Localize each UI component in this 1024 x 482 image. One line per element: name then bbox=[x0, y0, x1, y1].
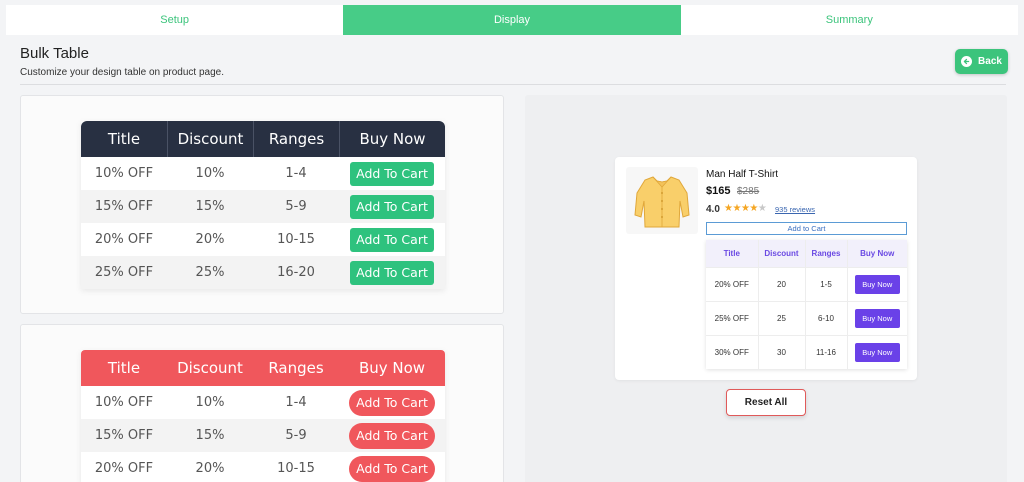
cell-discount: 30 bbox=[757, 334, 805, 369]
cell-title: 30% OFF bbox=[706, 334, 758, 369]
header-title: Title bbox=[81, 121, 167, 157]
header-ranges: Ranges bbox=[253, 121, 339, 157]
cell-title: 10% OFF bbox=[81, 386, 167, 419]
header-buy-now: Buy Now bbox=[339, 121, 445, 157]
cell-range: 10-15 bbox=[253, 223, 339, 256]
tab-setup[interactable]: Setup bbox=[6, 5, 343, 35]
add-to-cart-button[interactable]: Add To Cart bbox=[349, 389, 435, 416]
cell-range: 1-4 bbox=[253, 157, 339, 190]
preview-bulk-table: Title Discount Ranges Buy Now 20% OFF 20… bbox=[706, 240, 907, 369]
star-icon: ★ bbox=[732, 203, 741, 214]
buy-now-button[interactable]: Buy Now bbox=[854, 308, 900, 328]
table-row: 15% OFF 15% 5-9 Add To Cart bbox=[81, 190, 445, 223]
cell-title: 25% OFF bbox=[81, 256, 167, 289]
stepper-tabs: Setup Display Summary bbox=[6, 5, 1018, 35]
cell-discount: 10% bbox=[167, 386, 253, 419]
divider bbox=[20, 84, 1006, 85]
cell-title: 20% OFF bbox=[706, 266, 758, 301]
cell-discount: 20 bbox=[757, 266, 805, 301]
table-row: 30% OFF 30 11-16 Buy Now bbox=[706, 334, 907, 369]
header-ranges: Ranges bbox=[804, 240, 847, 267]
cell-range: 5-9 bbox=[253, 190, 339, 223]
cell-range: 16-20 bbox=[253, 256, 339, 289]
cell-title: 15% OFF bbox=[81, 190, 167, 223]
add-to-cart-button[interactable]: Add To Cart bbox=[350, 161, 434, 186]
design-option-red[interactable]: Title Discount Ranges Buy Now 10% OFF 10… bbox=[20, 324, 504, 482]
cell-range: 10-15 bbox=[253, 452, 339, 482]
table-row: 20% OFF 20 1-5 Buy Now bbox=[706, 266, 907, 301]
cell-discount: 15% bbox=[167, 190, 253, 223]
header-ranges: Ranges bbox=[253, 350, 339, 386]
table-row: 15% OFF 15% 5-9 Add To Cart bbox=[81, 419, 445, 452]
page-title: Bulk Table bbox=[20, 45, 89, 62]
cell-range: 1-4 bbox=[253, 386, 339, 419]
cell-discount: 10% bbox=[167, 157, 253, 190]
header-title: Title bbox=[706, 240, 758, 267]
table-header-row: Title Discount Ranges Buy Now bbox=[81, 350, 445, 386]
add-to-cart-button[interactable]: Add To Cart bbox=[350, 260, 434, 285]
reviews-link[interactable]: 935 reviews bbox=[775, 205, 815, 214]
product-name: Man Half T-Shirt bbox=[706, 169, 779, 180]
cell-range: 11-16 bbox=[804, 334, 847, 369]
table-row: 25% OFF 25 6-10 Buy Now bbox=[706, 300, 907, 335]
product-rating: 4.0 bbox=[706, 204, 720, 215]
preview-add-to-cart-button[interactable]: Add to Cart bbox=[706, 222, 907, 235]
table-row: 20% OFF 20% 10-15 Add To Cart bbox=[81, 452, 445, 482]
cell-range: 1-5 bbox=[804, 266, 847, 301]
tab-display[interactable]: Display bbox=[343, 5, 681, 35]
header-discount: Discount bbox=[167, 350, 253, 386]
add-to-cart-button[interactable]: Add To Cart bbox=[349, 422, 435, 449]
bulk-table-red: Title Discount Ranges Buy Now 10% OFF 10… bbox=[81, 350, 445, 482]
bulk-table-dark: Title Discount Ranges Buy Now 10% OFF 10… bbox=[81, 121, 445, 289]
cell-discount: 20% bbox=[167, 452, 253, 482]
cell-discount: 20% bbox=[167, 223, 253, 256]
cell-title: 25% OFF bbox=[706, 300, 758, 335]
tab-summary[interactable]: Summary bbox=[681, 5, 1018, 35]
product-price: $165 bbox=[706, 185, 731, 197]
header-discount: Discount bbox=[757, 240, 805, 267]
table-row: 25% OFF 25% 16-20 Add To Cart bbox=[81, 256, 445, 289]
header-buy-now: Buy Now bbox=[846, 240, 907, 267]
back-button[interactable]: Back bbox=[955, 49, 1008, 74]
table-header-row: Title Discount Ranges Buy Now bbox=[706, 240, 907, 267]
rating-stars: ★★★★★ bbox=[724, 203, 767, 214]
header-buy-now: Buy Now bbox=[339, 350, 445, 386]
product-image bbox=[626, 167, 698, 234]
cell-title: 20% OFF bbox=[81, 223, 167, 256]
cell-discount: 15% bbox=[167, 419, 253, 452]
cell-title: 20% OFF bbox=[81, 452, 167, 482]
cell-discount: 25% bbox=[167, 256, 253, 289]
cell-title: 15% OFF bbox=[81, 419, 167, 452]
star-icon: ★ bbox=[749, 203, 758, 214]
reset-all-button[interactable]: Reset All bbox=[726, 389, 806, 416]
table-row: 10% OFF 10% 1-4 Add To Cart bbox=[81, 157, 445, 190]
product-old-price: $285 bbox=[737, 186, 760, 197]
cell-range: 6-10 bbox=[804, 300, 847, 335]
arrow-left-icon bbox=[961, 56, 973, 67]
cell-title: 10% OFF bbox=[81, 157, 167, 190]
add-to-cart-button[interactable]: Add To Cart bbox=[350, 194, 434, 219]
star-empty-icon: ★ bbox=[757, 203, 767, 214]
cell-discount: 25 bbox=[757, 300, 805, 335]
table-header-row: Title Discount Ranges Buy Now bbox=[81, 121, 445, 157]
buy-now-button[interactable]: Buy Now bbox=[854, 342, 900, 362]
cell-range: 5-9 bbox=[253, 419, 339, 452]
add-to-cart-button[interactable]: Add To Cart bbox=[350, 227, 434, 252]
add-to-cart-button[interactable]: Add To Cart bbox=[349, 455, 435, 482]
shirt-icon bbox=[634, 175, 690, 227]
header-title: Title bbox=[81, 350, 167, 386]
table-row: 20% OFF 20% 10-15 Add To Cart bbox=[81, 223, 445, 256]
buy-now-button[interactable]: Buy Now bbox=[854, 274, 900, 294]
back-button-label: Back bbox=[978, 56, 1002, 67]
design-option-dark[interactable]: Title Discount Ranges Buy Now 10% OFF 10… bbox=[20, 95, 504, 314]
page-subtitle: Customize your design table on product p… bbox=[20, 67, 225, 78]
header-discount: Discount bbox=[167, 121, 253, 157]
table-row: 10% OFF 10% 1-4 Add To Cart bbox=[81, 386, 445, 419]
